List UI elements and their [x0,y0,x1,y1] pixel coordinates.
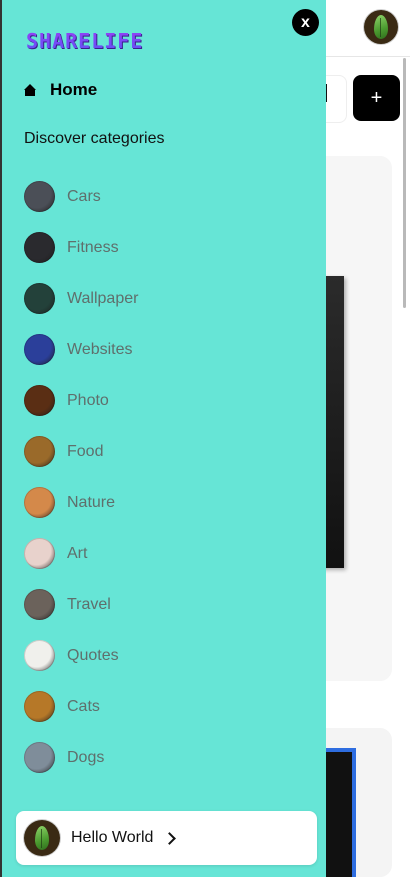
photo-thumbnail [24,385,55,416]
category-item-wallpaper[interactable]: Wallpaper [24,273,138,324]
cars-thumbnail [24,181,55,212]
add-pin-button[interactable]: + [353,75,400,121]
scrollbar[interactable] [403,58,406,308]
user-name: Hello World [71,829,154,846]
category-item-cats[interactable]: Cats [24,681,138,732]
fitness-thumbnail [24,232,55,263]
category-label: Art [67,544,88,562]
profile-avatar[interactable] [364,10,398,44]
category-label: Wallpaper [67,289,139,307]
sidebar-item-home[interactable]: Home [24,76,97,104]
category-item-art[interactable]: Art [24,528,138,579]
home-icon [24,84,36,96]
leaf-icon [35,826,49,850]
category-item-quotes[interactable]: Quotes [24,630,138,681]
food-thumbnail [24,436,55,467]
sidebar-item-label: Home [50,80,98,99]
close-icon: x [301,13,310,31]
app-logo[interactable]: SHARELIFE [26,28,143,54]
user-profile-link[interactable]: Hello World [16,811,317,865]
dogs-thumbnail [24,742,55,773]
wallpaper-thumbnail [24,283,55,314]
category-label: Cars [67,187,101,205]
category-list: Cars Fitness Wallpaper Websites Photo Fo… [24,171,138,783]
sidebar-drawer: x SHARELIFE Home Discover categories Car… [0,0,326,877]
category-label: Fitness [67,238,119,256]
cats-thumbnail [24,691,55,722]
category-label: Quotes [67,646,119,664]
category-label: Websites [67,340,133,358]
close-sidebar-button[interactable]: x [292,9,319,36]
category-item-travel[interactable]: Travel [24,579,138,630]
category-item-websites[interactable]: Websites [24,324,138,375]
travel-thumbnail [24,589,55,620]
websites-thumbnail [24,334,55,365]
category-item-fitness[interactable]: Fitness [24,222,138,273]
category-item-dogs[interactable]: Dogs [24,732,138,783]
category-label: Cats [67,697,100,715]
category-label: Food [67,442,104,460]
discover-categories-heading: Discover categories [24,130,165,147]
category-item-nature[interactable]: Nature [24,477,138,528]
art-thumbnail [24,538,55,569]
category-label: Dogs [67,748,105,766]
category-label: Photo [67,391,109,409]
category-label: Nature [67,493,116,511]
app-page: + x SHARELIFE Home Discover categories C… [0,0,410,877]
leaf-icon [374,15,388,39]
chevron-right-icon [163,831,177,845]
quotes-thumbnail [24,640,55,671]
category-label: Travel [67,595,111,613]
avatar [24,820,60,856]
category-item-food[interactable]: Food [24,426,138,477]
category-item-photo[interactable]: Photo [24,375,138,426]
nature-thumbnail [24,487,55,518]
category-item-cars[interactable]: Cars [24,171,138,222]
